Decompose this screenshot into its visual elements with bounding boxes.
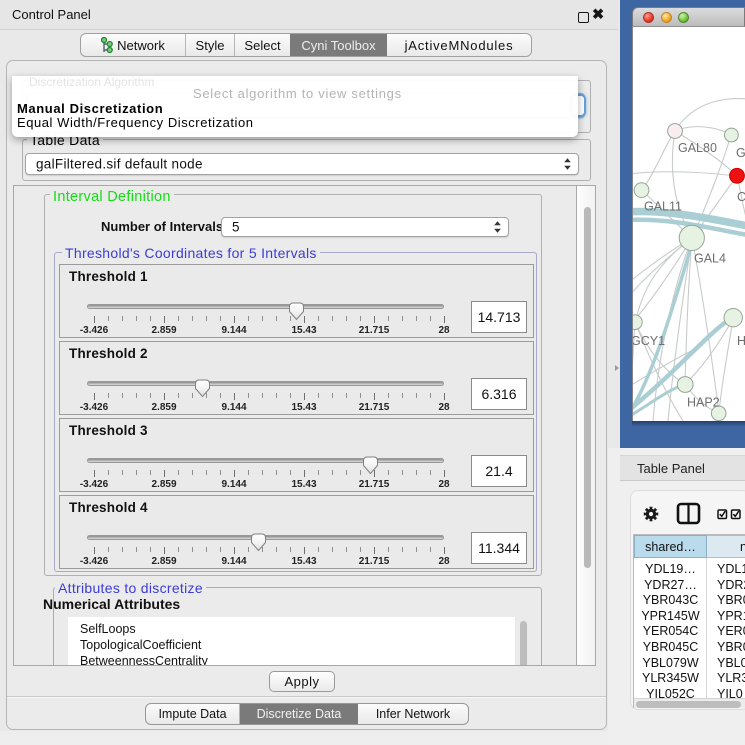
svg-text:GA: GA: [736, 146, 745, 160]
svg-text:HAP2: HAP2: [687, 396, 720, 410]
svg-text:H: H: [737, 334, 745, 348]
svg-text:GAL11: GAL11: [644, 200, 682, 214]
svg-text:GAL4: GAL4: [694, 252, 726, 266]
svg-text:GCY1: GCY1: [633, 334, 665, 348]
svg-text:C: C: [737, 190, 745, 204]
svg-text:GAL80: GAL80: [678, 141, 717, 155]
